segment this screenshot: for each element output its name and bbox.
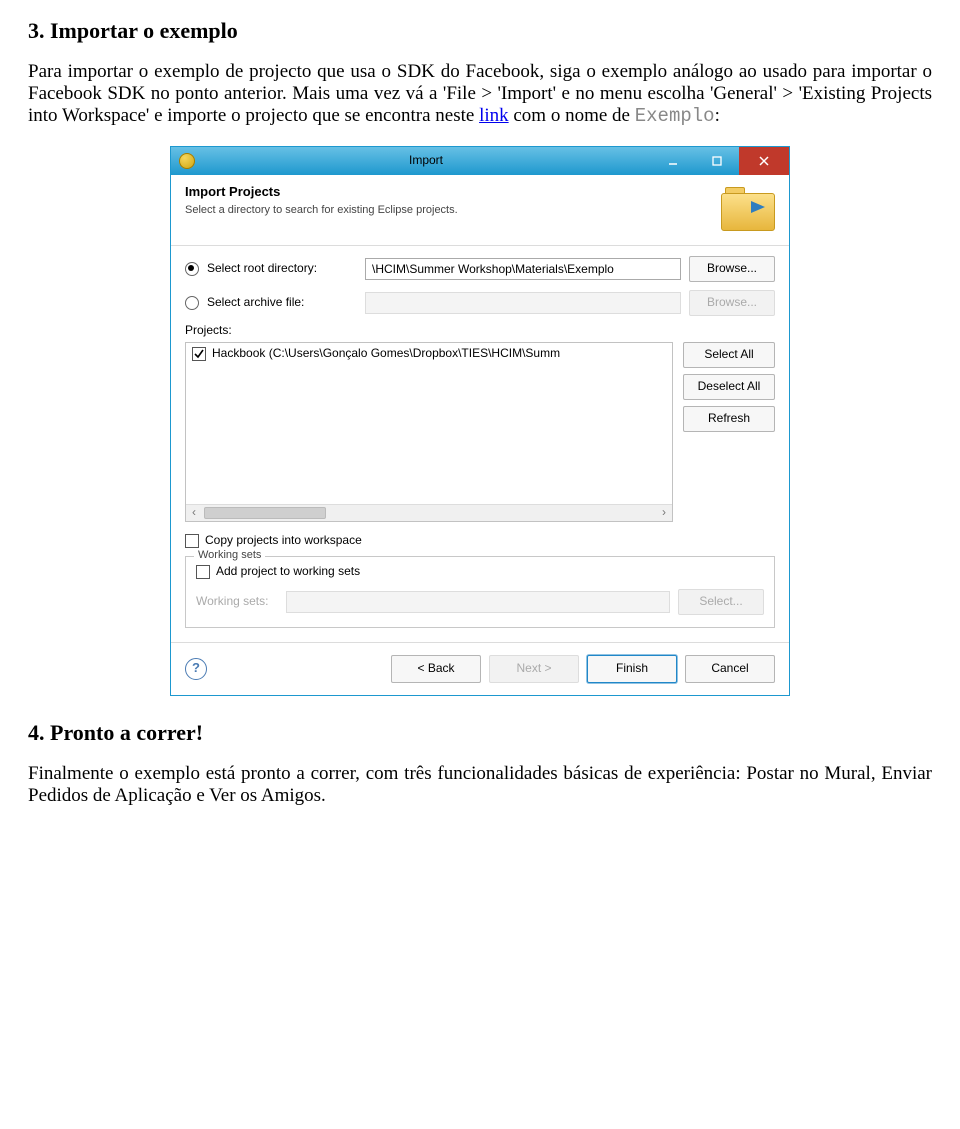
deselect-all-button[interactable]: Deselect All <box>683 374 775 400</box>
archive-input <box>365 292 681 314</box>
section-3-paragraph: Para importar o exemplo de projecto que … <box>28 61 932 128</box>
add-to-workingsets-label: Add project to working sets <box>216 565 360 579</box>
import-folder-icon <box>721 187 775 231</box>
para-text: com o nome de <box>513 105 634 126</box>
root-dir-label: Select root directory: <box>207 262 365 276</box>
refresh-button[interactable]: Refresh <box>683 406 775 432</box>
para-text: : <box>715 105 720 126</box>
scroll-left-icon[interactable]: ‹ <box>186 505 202 521</box>
h-scrollbar[interactable]: ‹ › <box>186 504 672 521</box>
window-buttons <box>651 147 789 175</box>
section-3-heading: 3. Importar o exemplo <box>28 18 932 43</box>
project-item[interactable]: Hackbook (C:\Users\Gonçalo Gomes\Dropbox… <box>192 347 666 361</box>
browse-archive-button: Browse... <box>689 290 775 316</box>
section-4-paragraph: Finalmente o exemplo está pronto a corre… <box>28 763 932 807</box>
section-4-heading: 4. Pronto a correr! <box>28 720 932 745</box>
header-title: Import Projects <box>185 185 711 200</box>
help-icon[interactable]: ? <box>185 658 207 680</box>
project-checkbox[interactable] <box>192 347 206 361</box>
working-sets-select-button: Select... <box>678 589 764 615</box>
import-dialog: Import Import Projects Select a director… <box>170 146 790 696</box>
window-title: Import <box>201 154 651 168</box>
browse-root-button[interactable]: Browse... <box>689 256 775 282</box>
link-exemplo[interactable]: link <box>479 105 509 126</box>
mono-exemplo: Exemplo <box>635 105 715 127</box>
dialog-content: Select root directory: Browse... Select … <box>171 246 789 642</box>
finish-button[interactable]: Finish <box>587 655 677 683</box>
select-all-button[interactable]: Select All <box>683 342 775 368</box>
working-sets-fieldset: Working sets Add project to working sets… <box>185 556 775 628</box>
header-subtitle: Select a directory to search for existin… <box>185 204 711 217</box>
copy-projects-label: Copy projects into workspace <box>205 534 362 548</box>
cancel-button[interactable]: Cancel <box>685 655 775 683</box>
close-button[interactable] <box>739 147 789 175</box>
working-sets-input <box>286 591 670 613</box>
projects-label: Projects: <box>185 324 775 338</box>
copy-projects-checkbox[interactable] <box>185 534 199 548</box>
titlebar: Import <box>171 147 789 175</box>
add-to-workingsets-checkbox[interactable] <box>196 565 210 579</box>
root-dir-input[interactable] <box>365 258 681 280</box>
root-dir-radio[interactable] <box>185 262 199 276</box>
projects-listbox[interactable]: Hackbook (C:\Users\Gonçalo Gomes\Dropbox… <box>185 342 673 522</box>
scroll-thumb[interactable] <box>204 507 326 519</box>
next-button: Next > <box>489 655 579 683</box>
minimize-button[interactable] <box>651 147 695 175</box>
archive-label: Select archive file: <box>207 296 365 310</box>
back-button[interactable]: < Back <box>391 655 481 683</box>
dialog-footer: ? < Back Next > Finish Cancel <box>171 642 789 695</box>
maximize-button[interactable] <box>695 147 739 175</box>
archive-radio[interactable] <box>185 296 199 310</box>
working-sets-label: Working sets: <box>196 595 286 609</box>
scroll-right-icon[interactable]: › <box>656 505 672 521</box>
dialog-header: Import Projects Select a directory to se… <box>171 175 789 246</box>
project-item-label: Hackbook (C:\Users\Gonçalo Gomes\Dropbox… <box>212 347 560 361</box>
app-icon <box>179 153 195 169</box>
working-sets-legend: Working sets <box>194 549 265 562</box>
